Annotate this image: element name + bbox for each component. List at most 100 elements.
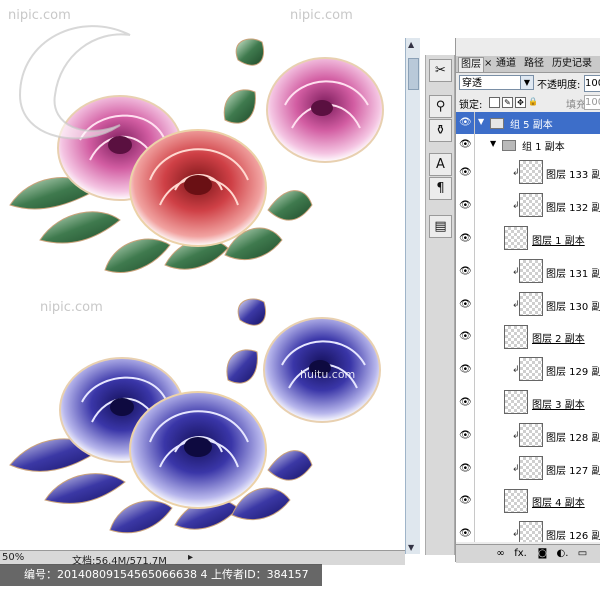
pink-rose-right — [266, 57, 384, 163]
lock-pixels-icon[interactable]: ✎ — [502, 97, 513, 108]
layer-row[interactable]: 👁↲图层 126 副本 — [456, 517, 600, 542]
visibility-eye-icon[interactable]: 👁 — [456, 386, 475, 419]
expand-triangle-icon[interactable]: ▼ — [478, 117, 484, 126]
red-rose — [129, 129, 267, 247]
layer-group-row[interactable]: 👁 ▼ 组 1 副本 — [456, 134, 600, 157]
layer-name: 图层 128 副本 — [546, 432, 600, 444]
layer-row[interactable]: 👁↲图层 129 副本 — [456, 353, 600, 387]
canvas-vertical-scrollbar[interactable]: ▲ ▼ — [405, 38, 420, 554]
layer-name: 图层 129 副本 — [546, 366, 600, 378]
layer-row[interactable]: 👁↲图层 127 副本 — [456, 452, 600, 486]
layer-name: 图层 1 副本 — [532, 235, 585, 247]
layer-thumbnail — [519, 193, 543, 217]
layer-group-row[interactable]: 👁 ▼ 组 5 副本 — [456, 112, 600, 135]
adjustment-icon[interactable]: ◐. — [556, 547, 569, 560]
type-icon[interactable]: A — [429, 153, 452, 176]
visibility-eye-icon[interactable]: 👁 — [456, 517, 475, 542]
stamp-icon[interactable]: ⚲ — [429, 95, 452, 118]
document-canvas[interactable]: nipic.com nipic.com nipic.com huitu.com — [0, 0, 405, 560]
layers-panel: 图层 × 通道 路径 历史记录 穿透 ▼ 不透明度: 100 锁定: ✎ ✥ 🔒… — [455, 38, 600, 563]
tab-history[interactable]: 历史记录 — [550, 57, 594, 71]
layer-name: 图层 132 副本 — [546, 202, 600, 214]
tab-layers[interactable]: 图层 — [458, 57, 484, 72]
visibility-eye-icon[interactable]: 👁 — [456, 288, 475, 321]
lock-row: 锁定: ✎ ✥ 🔒 填充: 100 — [456, 94, 600, 111]
layer-name: 图层 131 副本 — [546, 268, 600, 280]
layer-row[interactable]: 👁 图层 2 副本 — [456, 321, 600, 354]
layer-name: 图层 3 副本 — [532, 399, 585, 411]
link-icon[interactable]: ∞ — [494, 547, 507, 560]
visibility-eye-icon[interactable]: 👁 — [456, 112, 475, 134]
layer-name: 图层 130 副本 — [546, 301, 600, 313]
watermark-logo-text: huitu.com — [300, 368, 356, 381]
visibility-eye-icon[interactable]: 👁 — [456, 189, 475, 222]
scissors-icon[interactable]: ✂ — [429, 59, 452, 82]
layer-thumbnail — [519, 456, 543, 480]
layer-row[interactable]: 👁 图层 4 副本 — [456, 485, 600, 518]
chevron-down-icon[interactable]: ▼ — [520, 76, 533, 89]
tab-paths[interactable]: 路径 — [522, 57, 546, 71]
tab-close-icon[interactable]: × — [482, 57, 494, 71]
paragraph-icon[interactable]: ¶ — [429, 177, 452, 200]
blend-mode-select[interactable]: 穿透 ▼ — [459, 75, 534, 90]
layer-comp-icon[interactable]: ▤ — [429, 215, 452, 238]
fill-input[interactable]: 100 — [584, 95, 600, 110]
layer-thumbnail — [519, 357, 543, 381]
watermark-logo — [18, 25, 131, 140]
opacity-input[interactable]: 100 — [584, 75, 600, 92]
layer-row[interactable]: 👁 图层 3 副本 — [456, 386, 600, 420]
visibility-eye-icon[interactable]: 👁 — [456, 222, 475, 255]
lock-position-icon[interactable]: ✥ — [515, 97, 526, 108]
image-caption-text: 编号：20140809154565066638 4 上传者ID：384157 — [24, 568, 309, 581]
lock-transparency-icon[interactable] — [489, 97, 500, 108]
layer-row[interactable]: 👁↲图层 131 副本 — [456, 255, 600, 289]
watermark-text: nipic.com — [40, 300, 103, 315]
visibility-eye-icon[interactable]: 👁 — [456, 255, 475, 288]
visibility-eye-icon[interactable]: 👁 — [456, 156, 475, 189]
blend-row: 穿透 ▼ 不透明度: 100 — [456, 73, 600, 93]
scrollbar-thumb[interactable] — [408, 58, 419, 90]
blue-rose-center — [129, 391, 267, 509]
layer-thumbnail — [519, 160, 543, 184]
visibility-eye-icon[interactable]: 👁 — [456, 353, 475, 386]
lock-all-icon[interactable]: 🔒 — [528, 97, 538, 106]
fx-icon[interactable]: fx. — [514, 547, 527, 560]
mask-icon[interactable]: ◙ — [536, 547, 549, 560]
layer-name: 图层 127 副本 — [546, 465, 600, 477]
visibility-eye-icon[interactable]: 👁 — [456, 419, 475, 452]
layer-row[interactable]: 👁↲图层 128 副本 — [456, 419, 600, 453]
tab-channels[interactable]: 通道 — [494, 57, 518, 71]
layer-thumbnail — [504, 325, 528, 349]
panel-dock-strip: ✂ ⚲ ⚱ A ¶ ▤ — [425, 55, 455, 555]
group-icon[interactable]: ▭ — [576, 547, 589, 560]
visibility-eye-icon[interactable]: 👁 — [456, 321, 475, 353]
layer-name: 图层 133 副本 — [546, 169, 600, 181]
layer-thumbnail — [519, 423, 543, 447]
layer-name: 图层 4 副本 — [532, 498, 585, 509]
layer-row[interactable]: 👁↲图层 133 副本 — [456, 156, 600, 190]
folder-icon — [490, 118, 504, 129]
expand-triangle-icon[interactable]: ▼ — [490, 139, 496, 148]
status-menu-arrow[interactable]: ▸ — [188, 552, 193, 563]
layer-row[interactable]: 👁↲图层 132 副本 — [456, 189, 600, 223]
layer-name: 图层 126 副本 — [546, 530, 600, 542]
lock-label: 锁定: — [459, 100, 483, 111]
layer-row[interactable]: 👁 图层 1 副本 — [456, 222, 600, 256]
layer-thumbnail — [504, 489, 528, 513]
document-status-bar: 50% 文档:56.4M/571.7M ▸ — [0, 550, 405, 567]
layer-thumbnail — [519, 292, 543, 316]
visibility-eye-icon[interactable]: 👁 — [456, 134, 475, 156]
layers-list: 👁▼组 5 副本👁▼组 1 副本👁↲图层 133 副本👁↲图层 132 副本👁图… — [456, 112, 600, 542]
layer-name: 组 5 副本 — [510, 120, 553, 131]
layer-thumbnail — [504, 390, 528, 414]
layer-row[interactable]: 👁↲图层 130 副本 — [456, 288, 600, 322]
watermark-text: nipic.com — [290, 8, 353, 23]
zoom-level[interactable]: 50% — [2, 552, 24, 563]
stamp2-icon[interactable]: ⚱ — [429, 119, 452, 142]
scroll-up-arrow-icon[interactable]: ▲ — [408, 40, 414, 49]
scroll-down-arrow-icon[interactable]: ▼ — [408, 543, 414, 552]
visibility-eye-icon[interactable]: 👁 — [456, 452, 475, 485]
panel-footer: ∞ fx. ◙ ◐. ▭ — [456, 544, 600, 563]
visibility-eye-icon[interactable]: 👁 — [456, 485, 475, 517]
folder-icon — [502, 140, 516, 151]
